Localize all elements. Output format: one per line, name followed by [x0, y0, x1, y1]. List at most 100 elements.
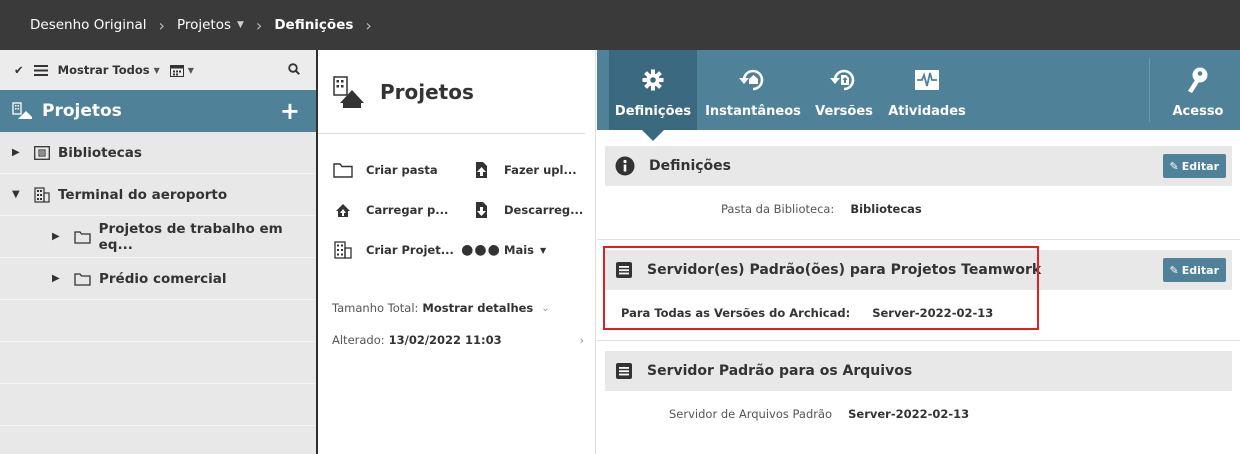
tree-item-label: Projetos de trabalho em eq... [98, 220, 283, 253]
breadcrumb-item-settings[interactable]: Definições [274, 17, 353, 33]
folder-icon [74, 230, 91, 244]
tab-settings-label: Definições [614, 104, 692, 119]
default-servers-header: Servidor(es) Padrão(ões) para Projetos T… [605, 250, 1232, 290]
tab-snapshots[interactable]: Instantâneos [701, 50, 805, 130]
section-divider [597, 239, 1240, 240]
building-icon [12, 102, 32, 120]
tab-versions[interactable]: Versões [810, 50, 878, 130]
total-size-value: Mostrar detalhes [422, 301, 534, 315]
create-folder-button[interactable]: Criar pasta [332, 150, 470, 190]
file-server-value: Server-2022-02-13 [848, 407, 970, 421]
tree-empty-row [0, 384, 316, 426]
chevron-right-icon[interactable]: › [365, 16, 371, 35]
library-folder-label: Pasta da Biblioteca: [721, 202, 835, 216]
key-icon [1187, 58, 1209, 102]
pencil-icon: ✎ [1169, 263, 1179, 277]
download-file-icon [470, 201, 492, 219]
tree-item-label: Prédio comercial [99, 270, 227, 287]
expand-arrow-icon[interactable]: ▶ [12, 147, 26, 158]
middle-title-bar: Projetos [318, 50, 585, 134]
versions-icon [829, 58, 859, 102]
file-server-section: Servidor Padrão para os Arquivos Servido… [605, 351, 1232, 437]
show-all-dropdown[interactable]: Mostrar Todos ▼ [58, 63, 160, 77]
tab-bar: Definições Instantâneos Versões Atividad… [597, 50, 1240, 130]
file-server-header: Servidor Padrão para os Arquivos [605, 351, 1232, 391]
total-size-row[interactable]: Tamanho Total: Mostrar detalhes ⌄ [332, 292, 584, 324]
building-icon [34, 186, 50, 203]
check-icon[interactable]: ✔ [14, 63, 24, 77]
tab-access-label: Acesso [1172, 104, 1224, 119]
search-icon[interactable] [288, 62, 300, 78]
load-project-icon [332, 202, 354, 218]
section-title: Servidor Padrão para os Arquivos [647, 363, 913, 379]
tree-item-airport-terminal[interactable]: ▼ Terminal do aeroporto [0, 174, 316, 216]
library-folder-row: Pasta da Biblioteca: Bibliotecas [605, 186, 1232, 232]
building-icon [332, 241, 354, 259]
settings-section-header: Definições ✎ Editar [605, 146, 1232, 186]
more-dots-icon: ●●● [461, 242, 501, 258]
total-size-label: Tamanho Total: [332, 301, 419, 315]
project-info: Tamanho Total: Mostrar detalhes ⌄ Altera… [318, 292, 595, 356]
caret-down-icon: ▼ [187, 65, 194, 75]
add-project-button[interactable]: + [280, 97, 300, 125]
show-all-label: Mostrar Todos [57, 63, 150, 77]
tree-item-commercial-building[interactable]: ▶ Prédio comercial [0, 258, 316, 300]
edit-label: Editar [1181, 263, 1219, 277]
pencil-icon: ✎ [1169, 159, 1179, 173]
library-icon [34, 145, 50, 160]
caret-down-icon[interactable]: ▼ [237, 20, 244, 30]
more-dropdown[interactable]: ●●● Mais ▼ [461, 230, 600, 270]
upload-label: Fazer upl... [504, 163, 577, 177]
left-panel: ✔ Mostrar Todos ▼ ▼ Projetos + ▶ Bibliot… [0, 50, 316, 454]
tab-access[interactable]: Acesso [1163, 50, 1233, 130]
more-label: Mais [504, 243, 534, 257]
settings-section: Definições ✎ Editar Pasta da Biblioteca:… [605, 146, 1232, 232]
expand-arrow-icon[interactable]: ▶ [52, 273, 66, 284]
tab-activities-label: Atividades [888, 104, 966, 119]
create-folder-label: Criar pasta [366, 163, 438, 177]
active-tab-pointer [642, 130, 664, 141]
tree-empty-row [0, 300, 316, 342]
breadcrumb-bar: Desenho Original › Projetos ▼ › Definiçõ… [0, 0, 1240, 50]
edit-label: Editar [1181, 159, 1219, 173]
tab-settings[interactable]: Definições [609, 50, 697, 130]
tab-snapshots-label: Instantâneos [705, 104, 801, 119]
project-actions: Criar pasta Fazer upl... Carregar p... D… [318, 150, 595, 270]
projects-header-title: Projetos [42, 101, 122, 121]
calendar-dropdown[interactable]: ▼ [169, 64, 194, 77]
tree-item-libraries[interactable]: ▶ Bibliotecas [0, 132, 316, 174]
download-button[interactable]: Descarreg... [470, 190, 600, 230]
chevron-down-icon: ⌄ [541, 302, 550, 314]
tree-item-teamwork-projects[interactable]: ▶ Projetos de trabalho em eq... [0, 216, 316, 258]
list-icon[interactable] [33, 64, 48, 76]
tree-item-label: Bibliotecas [58, 144, 142, 161]
folder-icon [332, 162, 354, 178]
modified-row[interactable]: Alterado: 13/02/2022 11:03 › [332, 324, 584, 356]
load-label: Carregar p... [366, 203, 449, 217]
edit-settings-button[interactable]: ✎ Editar [1162, 154, 1226, 178]
section-divider [597, 340, 1240, 341]
create-project-button[interactable]: Criar Projet... [332, 230, 470, 270]
create-project-label: Criar Projet... [366, 243, 454, 257]
library-folder-value: Bibliotecas [850, 202, 922, 216]
load-button[interactable]: Carregar p... [332, 190, 470, 230]
all-versions-row: Para Todas as Versões do Archicad: Serve… [605, 290, 1232, 336]
chevron-right-icon: › [255, 15, 263, 35]
collapse-arrow-icon[interactable]: ▼ [12, 189, 26, 200]
page-title: Projetos [380, 79, 474, 104]
projects-header: Projetos + [0, 90, 316, 132]
server-icon [615, 362, 633, 380]
tab-activities[interactable]: Atividades [883, 50, 971, 130]
breadcrumb-projects-label: Projetos [176, 17, 231, 33]
edit-servers-button[interactable]: ✎ Editar [1162, 258, 1226, 282]
file-server-label: Servidor de Arquivos Padrão [669, 407, 833, 421]
breadcrumb-item-projects[interactable]: Projetos ▼ [177, 17, 244, 33]
modified-value: 13/02/2022 11:03 [388, 333, 502, 347]
expand-arrow-icon[interactable]: ▶ [52, 231, 66, 242]
snapshot-icon [738, 58, 768, 102]
tree-empty-row [0, 342, 316, 384]
gear-icon [642, 58, 664, 102]
upload-button[interactable]: Fazer upl... [470, 150, 600, 190]
breadcrumb-item-original-drawing[interactable]: Desenho Original [30, 17, 147, 33]
folder-icon [74, 272, 91, 286]
